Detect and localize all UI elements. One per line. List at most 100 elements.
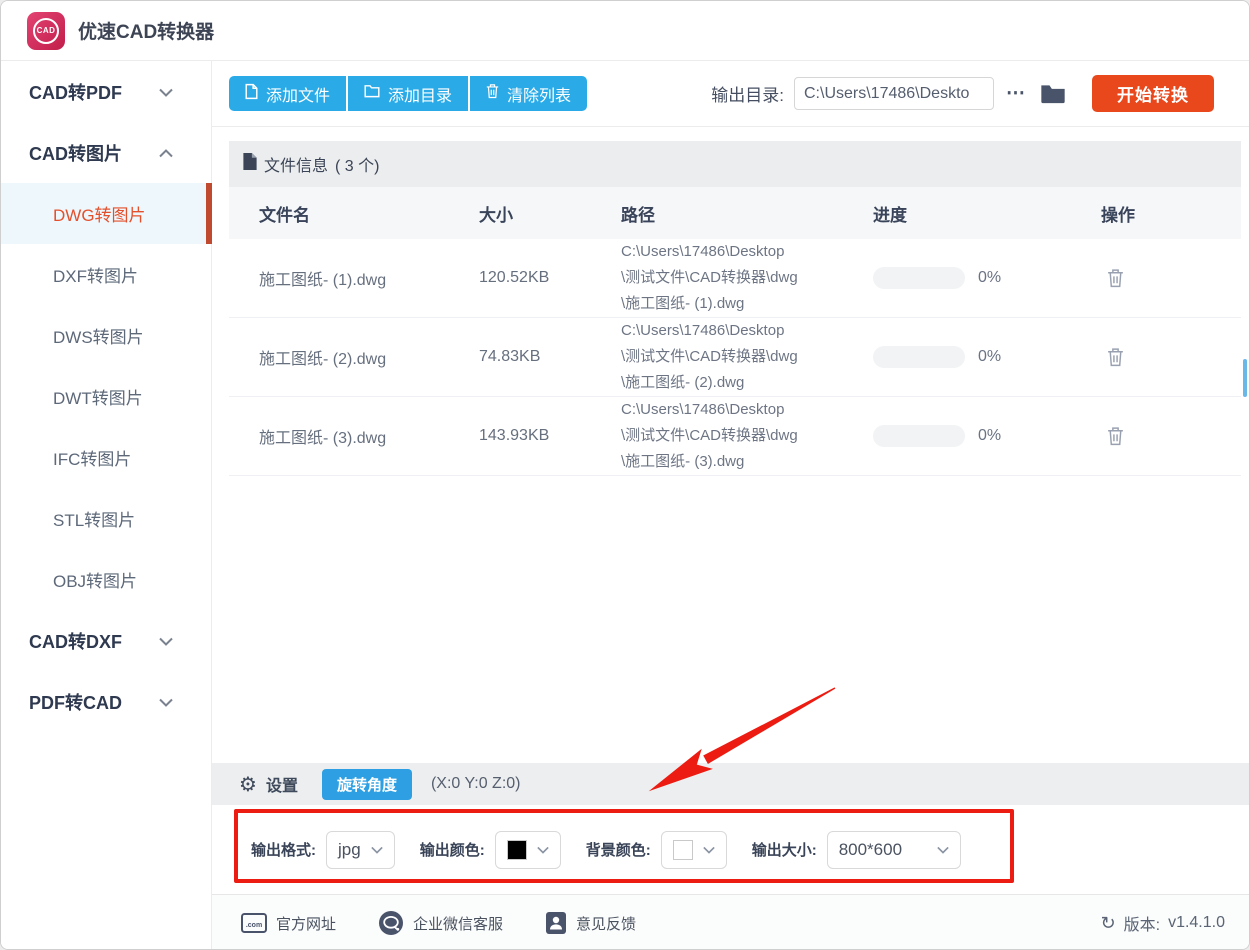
sidebar-item-dws-to-image[interactable]: DWS转图片 <box>1 305 211 366</box>
sidebar-item-dwg-to-image[interactable]: DWG转图片 <box>1 183 211 244</box>
sidebar-item-label: DXF转图片 <box>53 262 138 287</box>
add-directory-button[interactable]: 添加目录 <box>348 76 468 111</box>
app-logo-icon: CAD <box>27 12 65 50</box>
toolbar: 添加文件 添加目录 清除列表 输出目录: ⋯ <box>212 61 1250 127</box>
col-operation: 操作 <box>1101 201 1241 226</box>
refresh-icon[interactable]: ↻ <box>1101 913 1116 934</box>
output-format-label: 输出格式: <box>251 839 316 860</box>
output-size-label: 输出大小: <box>752 839 817 860</box>
folder-icon <box>364 84 380 103</box>
sidebar-item-label: DWS转图片 <box>53 323 144 348</box>
progress-bar <box>873 425 965 447</box>
cell-size: 120.52KB <box>479 269 621 287</box>
trash-icon <box>486 83 499 104</box>
sidebar-item-dwt-to-image[interactable]: DWT转图片 <box>1 366 211 427</box>
table-row: 施工图纸- (3).dwg 143.93KB C:\Users\17486\De… <box>229 397 1241 476</box>
website-icon: .com <box>241 913 267 933</box>
chevron-down-icon <box>159 81 173 102</box>
cell-filename: 施工图纸- (2).dwg <box>229 345 479 369</box>
output-directory-group: 输出目录: ⋯ 开始转换 <box>711 75 1214 112</box>
feedback-icon <box>545 911 567 935</box>
cell-filename: 施工图纸- (1).dwg <box>229 266 479 290</box>
output-color-select[interactable] <box>495 831 561 869</box>
background-color-select[interactable] <box>661 831 727 869</box>
color-swatch <box>673 840 693 860</box>
document-icon <box>243 153 257 175</box>
sidebar-item-ifc-to-image[interactable]: IFC转图片 <box>1 427 211 488</box>
open-folder-button[interactable] <box>1040 83 1066 104</box>
add-file-label: 添加文件 <box>266 82 330 106</box>
delete-row-button[interactable] <box>1101 426 1124 446</box>
gear-icon: ⚙ <box>239 772 257 797</box>
version-label: 版本: <box>1124 911 1160 935</box>
sidebar-item-cad-to-image[interactable]: CAD转图片 <box>1 122 211 183</box>
clear-list-button[interactable]: 清除列表 <box>470 76 587 111</box>
cell-path: C:\Users\17486\Desktop \测试文件\CAD转换器\dwg … <box>621 318 873 396</box>
active-indicator-bar <box>206 183 212 244</box>
file-info-header: 文件信息 ( 3 个) <box>229 141 1241 187</box>
wechat-service-label: 企业微信客服 <box>413 913 503 934</box>
chevron-up-icon <box>159 142 173 163</box>
app-title: 优速CAD转换器 <box>78 17 214 44</box>
table-header: 文件名 大小 路径 进度 操作 <box>229 187 1241 239</box>
file-info-title: 文件信息 <box>264 152 328 176</box>
progress-percent: 0% <box>978 269 1001 287</box>
version-value: v1.4.1.0 <box>1168 914 1225 932</box>
rotation-value: (X:0 Y:0 Z:0) <box>431 775 521 793</box>
wechat-chat-icon <box>378 910 404 936</box>
cell-progress: 0% <box>873 346 1101 368</box>
file-icon <box>245 83 258 105</box>
col-filename: 文件名 <box>229 201 479 226</box>
cell-progress: 0% <box>873 267 1101 289</box>
chevron-down-icon <box>159 691 173 712</box>
scrollbar-thumb[interactable] <box>1243 359 1247 397</box>
wechat-service-link[interactable]: 企业微信客服 <box>378 910 503 936</box>
add-file-button[interactable]: 添加文件 <box>229 76 346 111</box>
col-progress: 进度 <box>873 201 1101 226</box>
add-directory-label: 添加目录 <box>388 82 452 106</box>
table-row: 施工图纸- (2).dwg 74.83KB C:\Users\17486\Des… <box>229 318 1241 397</box>
sidebar-item-label: STL转图片 <box>53 506 135 531</box>
output-directory-input[interactable] <box>794 77 994 110</box>
delete-row-button[interactable] <box>1101 347 1124 367</box>
background-color-label: 背景颜色: <box>586 839 651 860</box>
chevron-down-icon <box>159 630 173 651</box>
cell-path: C:\Users\17486\Desktop \测试文件\CAD转换器\dwg … <box>621 239 873 317</box>
sidebar-item-cad-to-dxf[interactable]: CAD转DXF <box>1 610 211 671</box>
output-format-value: jpg <box>338 840 361 860</box>
sidebar-item-label: IFC转图片 <box>53 445 131 470</box>
chevron-down-icon <box>937 846 949 854</box>
sidebar-item-obj-to-image[interactable]: OBJ转图片 <box>1 549 211 610</box>
progress-bar <box>873 267 965 289</box>
titlebar: CAD 优速CAD转换器 <box>1 1 1249 61</box>
rotate-angle-button[interactable]: 旋转角度 <box>322 769 412 800</box>
output-color-label: 输出颜色: <box>420 839 485 860</box>
sidebar-item-pdf-to-cad[interactable]: PDF转CAD <box>1 671 211 732</box>
output-format-select[interactable]: jpg <box>326 831 395 869</box>
sidebar-item-label: OBJ转图片 <box>53 567 137 592</box>
cell-path: C:\Users\17486\Desktop \测试文件\CAD转换器\dwg … <box>621 397 873 475</box>
progress-bar <box>873 346 965 368</box>
sidebar-group-label: CAD转DXF <box>29 628 122 654</box>
cell-filename: 施工图纸- (3).dwg <box>229 424 479 448</box>
sidebar-item-cad-to-pdf[interactable]: CAD转PDF <box>1 61 211 122</box>
trash-icon <box>1107 347 1124 367</box>
sidebar-item-dxf-to-image[interactable]: DXF转图片 <box>1 244 211 305</box>
settings-label: 设置 <box>266 772 298 796</box>
svg-text:.com: .com <box>246 922 262 929</box>
output-size-select[interactable]: 800*600 <box>827 831 961 869</box>
output-size-value: 800*600 <box>839 840 902 860</box>
start-convert-button[interactable]: 开始转换 <box>1092 75 1214 112</box>
output-options-row: 输出格式: jpg 输出颜色: 背景颜色: 输出大小: 800*600 <box>212 805 1250 894</box>
file-action-buttons: 添加文件 添加目录 清除列表 <box>229 76 587 111</box>
browse-more-button[interactable]: ⋯ <box>1002 80 1030 107</box>
folder-icon <box>1040 83 1066 104</box>
feedback-link[interactable]: 意见反馈 <box>545 911 636 935</box>
trash-icon <box>1107 268 1124 288</box>
delete-row-button[interactable] <box>1101 268 1124 288</box>
clear-list-label: 清除列表 <box>507 82 571 106</box>
sidebar-item-stl-to-image[interactable]: STL转图片 <box>1 488 211 549</box>
official-website-link[interactable]: .com 官方网址 <box>241 913 336 934</box>
sidebar-item-label: DWT转图片 <box>53 384 143 409</box>
color-swatch <box>507 840 527 860</box>
